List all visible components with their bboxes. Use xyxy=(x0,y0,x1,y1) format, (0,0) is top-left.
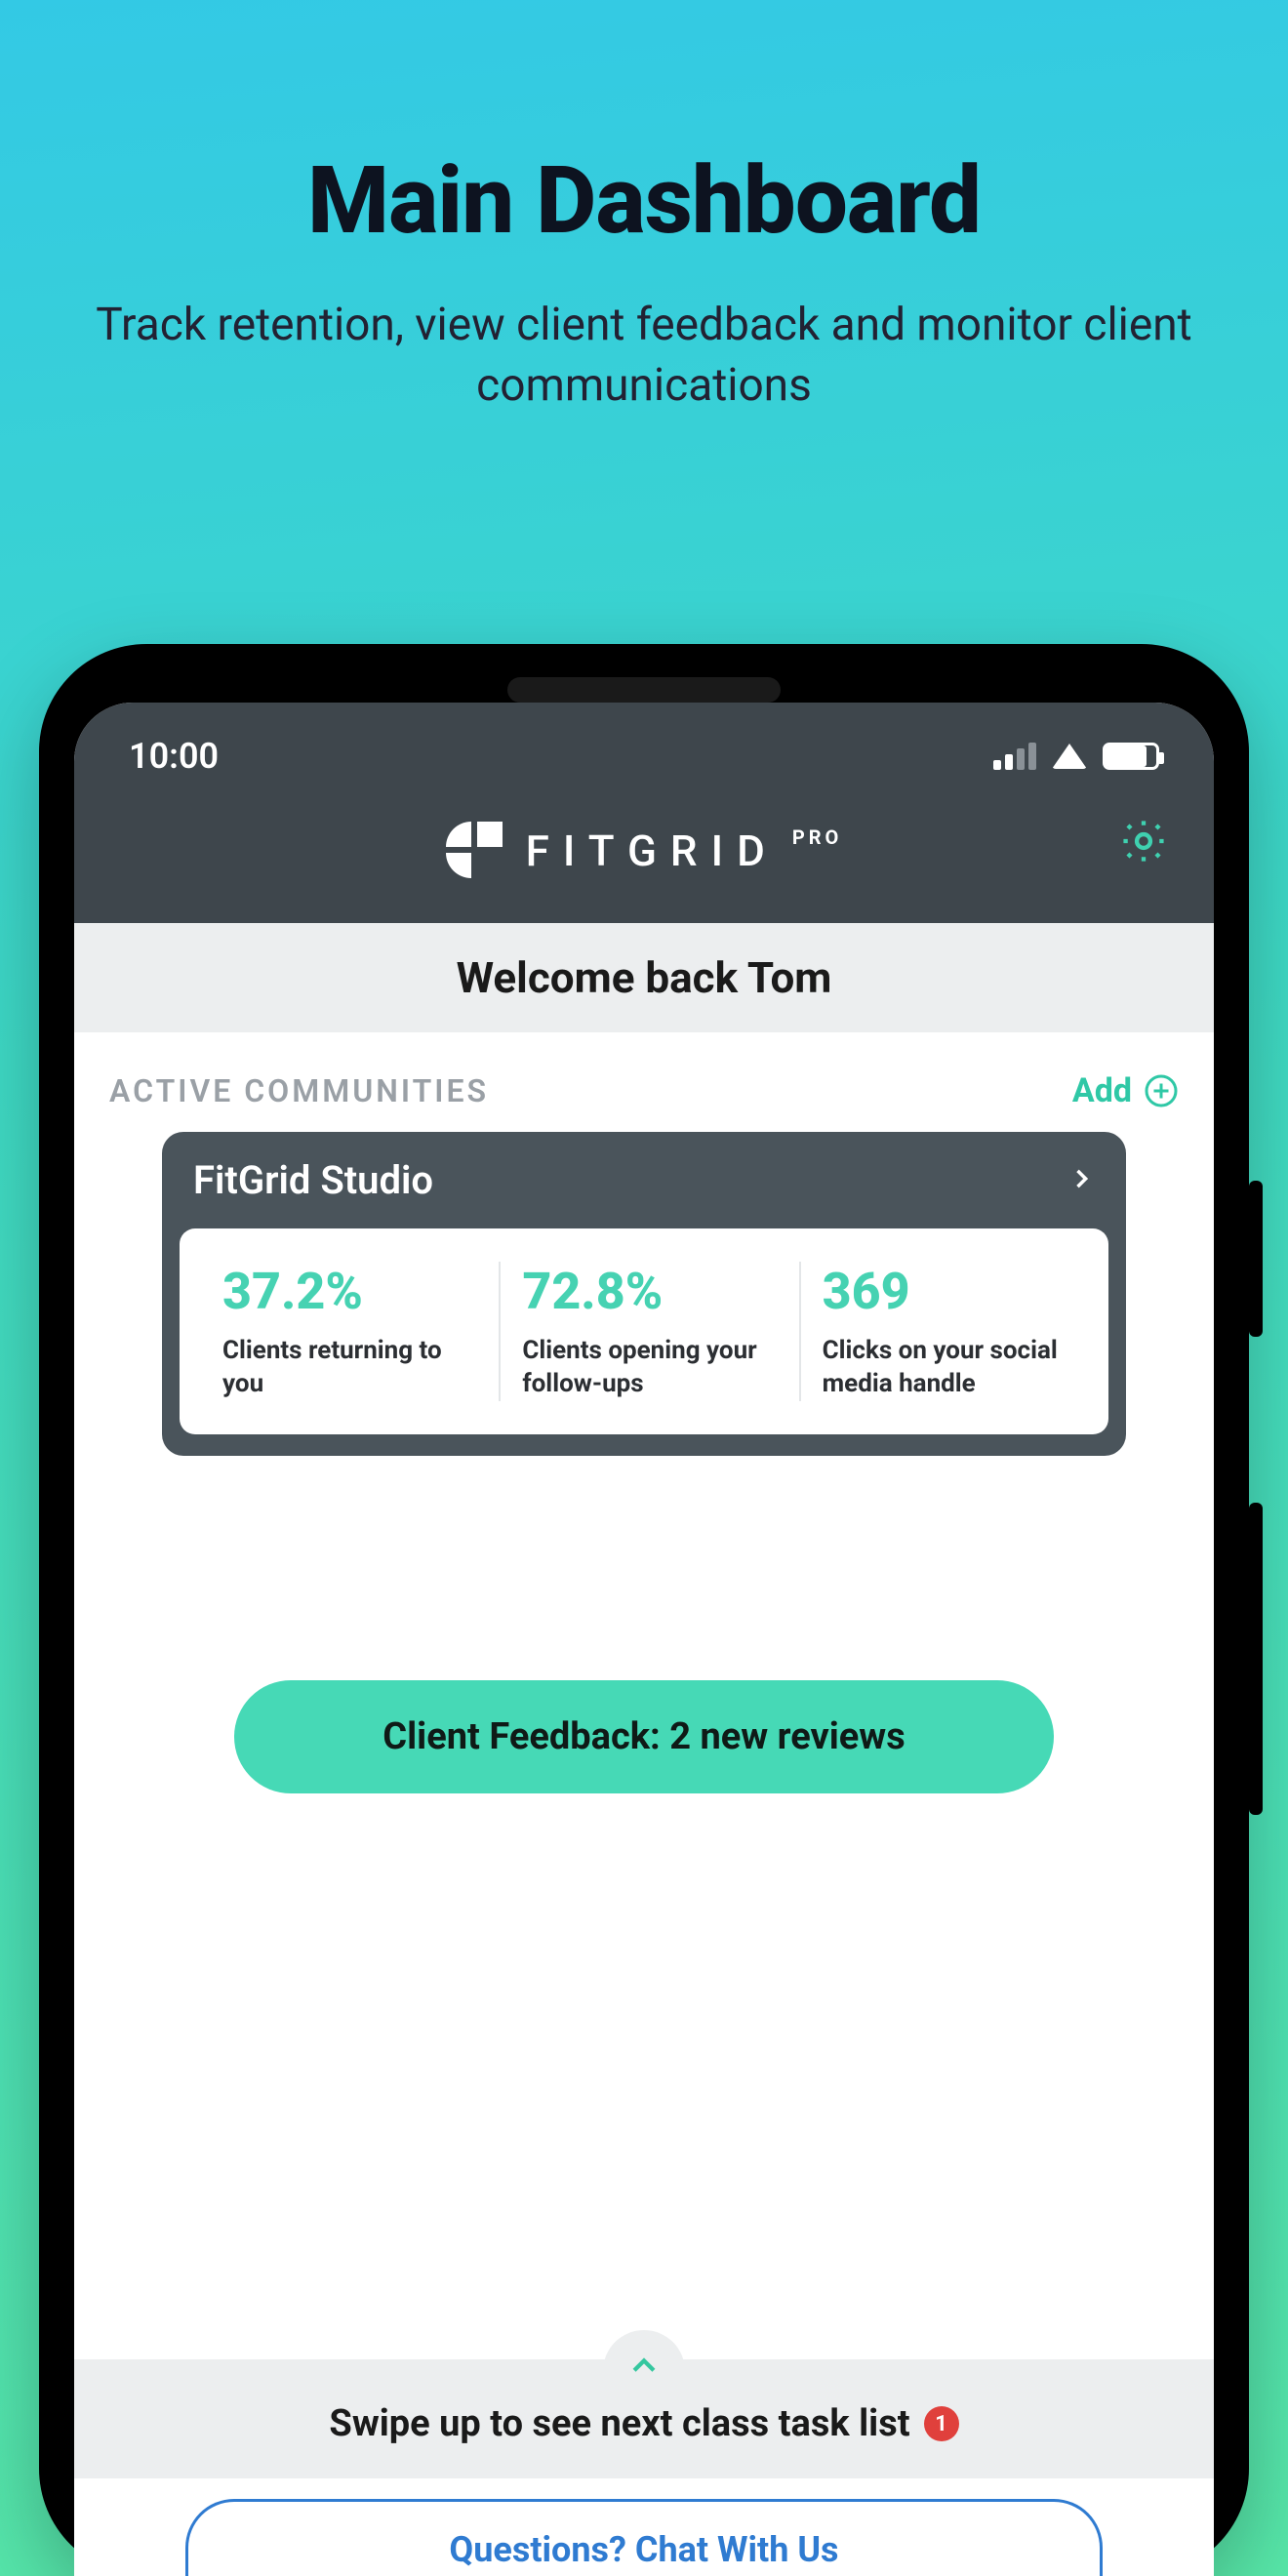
client-feedback-button[interactable]: Client Feedback: 2 new reviews xyxy=(234,1680,1054,1793)
cell-signal-icon xyxy=(993,743,1036,770)
promo-subtitle: Track retention, view client feedback an… xyxy=(0,295,1288,416)
settings-button[interactable] xyxy=(1118,816,1169,870)
brand-logo-icon xyxy=(446,822,504,880)
status-time: 10:00 xyxy=(129,736,219,777)
stat-label: Clicks on your social media handle xyxy=(823,1335,1077,1401)
chat-with-us-button[interactable]: Questions? Chat With Us xyxy=(185,2499,1103,2576)
task-count-badge: 1 xyxy=(924,2406,959,2441)
section-title-active-communities: ACTIVE COMMUNITIES xyxy=(109,1072,489,1109)
stat-label: Clients opening your follow-ups xyxy=(522,1335,777,1401)
promo-title: Main Dashboard xyxy=(0,146,1288,256)
add-community-button[interactable]: Add xyxy=(1072,1071,1179,1110)
stat-value: 369 xyxy=(823,1262,1077,1321)
brand-suffix: PRO xyxy=(792,825,843,849)
add-label: Add xyxy=(1072,1071,1132,1110)
swipe-handle[interactable] xyxy=(603,2330,685,2389)
battery-icon xyxy=(1103,743,1159,770)
chevron-up-icon xyxy=(627,2350,661,2383)
wifi-icon xyxy=(1052,744,1087,769)
stat-value: 37.2% xyxy=(222,1262,477,1321)
welcome-banner: Welcome back Tom xyxy=(74,923,1214,1032)
stat-clicks: 369 Clicks on your social media handle xyxy=(801,1262,1099,1401)
community-card[interactable]: FitGrid Studio 37.2% Clients returning t… xyxy=(162,1132,1126,1456)
brand-name: FITGRID xyxy=(526,825,779,876)
status-bar: 10:00 xyxy=(74,703,1214,794)
community-stats: 37.2% Clients returning to you 72.8% Cli… xyxy=(180,1228,1108,1434)
app-top-bar: 10:00 FITGRID PRO xyxy=(74,703,1214,923)
app-bar: FITGRID PRO xyxy=(74,794,1214,923)
phone-speaker xyxy=(507,677,781,703)
stat-label: Clients returning to you xyxy=(222,1335,477,1401)
phone-screen: 10:00 FITGRID PRO xyxy=(74,703,1214,2576)
swipe-text: Swipe up to see next class task list xyxy=(329,2402,909,2445)
plus-circle-icon xyxy=(1144,1073,1179,1108)
chevron-right-icon xyxy=(1067,1165,1095,1196)
swipe-up-bar[interactable]: Swipe up to see next class task list 1 xyxy=(74,2359,1214,2478)
brand: FITGRID PRO xyxy=(446,822,843,880)
stat-value: 72.8% xyxy=(522,1262,777,1321)
gear-icon xyxy=(1118,816,1169,866)
stat-open-rate: 72.8% Clients opening your follow-ups xyxy=(501,1262,800,1401)
phone-frame: 10:00 FITGRID PRO xyxy=(39,644,1249,2576)
stat-retention: 37.2% Clients returning to you xyxy=(201,1262,501,1401)
community-name: FitGrid Studio xyxy=(193,1157,433,1203)
